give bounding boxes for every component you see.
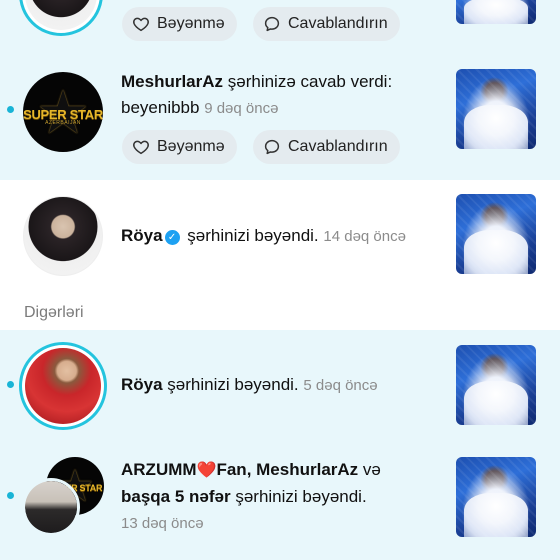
avatar[interactable]	[23, 196, 103, 276]
post-thumbnail[interactable]	[456, 194, 536, 274]
timestamp: 5 dəq öncə	[303, 377, 378, 394]
notification-row[interactable]: ★ SUPER STAR ARZUMM❤️Fan, MeshurlarAz və…	[0, 440, 560, 560]
post-thumbnail[interactable]	[456, 69, 536, 149]
verified-badge-icon: ✓	[164, 230, 180, 245]
post-thumbnail[interactable]	[456, 457, 536, 537]
avatar[interactable]: ★ SUPER STAR AZERBAIJAN	[23, 72, 103, 152]
notification-text: Röya şərhinizi bəyəndi. 5 dəq öncə	[121, 375, 378, 394]
reply-label: Cavablandırın	[288, 15, 388, 32]
like-label: Bəyənmə	[157, 138, 225, 155]
notification-text: ARZUMM❤️Fan, MeshurlarAz və başqa 5 nəfə…	[121, 460, 381, 532]
notification-text: MeshurlarAz şərhinizə cavab verdi: beyen…	[121, 72, 393, 117]
notification-row[interactable]: Röya ✓ şərhinizi bəyəndi. 14 dəq öncə	[0, 180, 560, 292]
post-thumbnail[interactable]	[456, 345, 536, 425]
notification-row[interactable]: Röya şərhinizi bəyəndi. 5 dəq öncə	[0, 330, 560, 440]
section-title: Digərləri	[24, 304, 84, 321]
username[interactable]: MeshurlarAz	[121, 72, 223, 91]
username[interactable]: Röya	[121, 375, 163, 394]
others-count[interactable]: başqa 5 nəfər	[121, 487, 231, 506]
chat-bubble-icon	[264, 139, 280, 155]
notification-row-partial[interactable]: Bəyənmə Cavablandırın	[0, 0, 560, 50]
reply-button[interactable]: Cavablandırın	[253, 7, 400, 41]
notification-text: Röya ✓ şərhinizi bəyəndi. 14 dəq öncə	[121, 226, 406, 245]
heart-outline-icon	[133, 140, 149, 155]
avatar[interactable]	[22, 478, 80, 536]
heart-icon: ❤️	[196, 462, 217, 479]
reply-button[interactable]: Cavablandırın	[253, 130, 400, 164]
unread-dot	[7, 492, 14, 499]
like-button[interactable]: Bəyənmə	[122, 130, 237, 164]
chat-bubble-icon	[264, 16, 280, 32]
username[interactable]: Röya	[121, 226, 163, 245]
reply-label: Cavablandırın	[288, 138, 388, 155]
like-button[interactable]: Bəyənmə	[122, 7, 237, 41]
notification-row[interactable]: ★ SUPER STAR AZERBAIJAN MeshurlarAz şərh…	[0, 50, 560, 180]
timestamp: 14 dəq öncə	[323, 228, 406, 245]
avatar[interactable]	[19, 0, 103, 36]
like-label: Bəyənmə	[157, 15, 225, 32]
post-thumbnail[interactable]	[456, 0, 536, 24]
comment-text: beyenibbb	[121, 98, 200, 117]
unread-dot	[7, 381, 14, 388]
timestamp: 9 dəq öncə	[204, 100, 279, 117]
heart-outline-icon	[133, 17, 149, 32]
unread-dot	[7, 106, 14, 113]
username[interactable]: ARZUMM❤️Fan, MeshurlarAz	[121, 460, 358, 479]
avatar[interactable]	[19, 342, 107, 430]
timestamp: 13 dəq öncə	[121, 515, 204, 532]
